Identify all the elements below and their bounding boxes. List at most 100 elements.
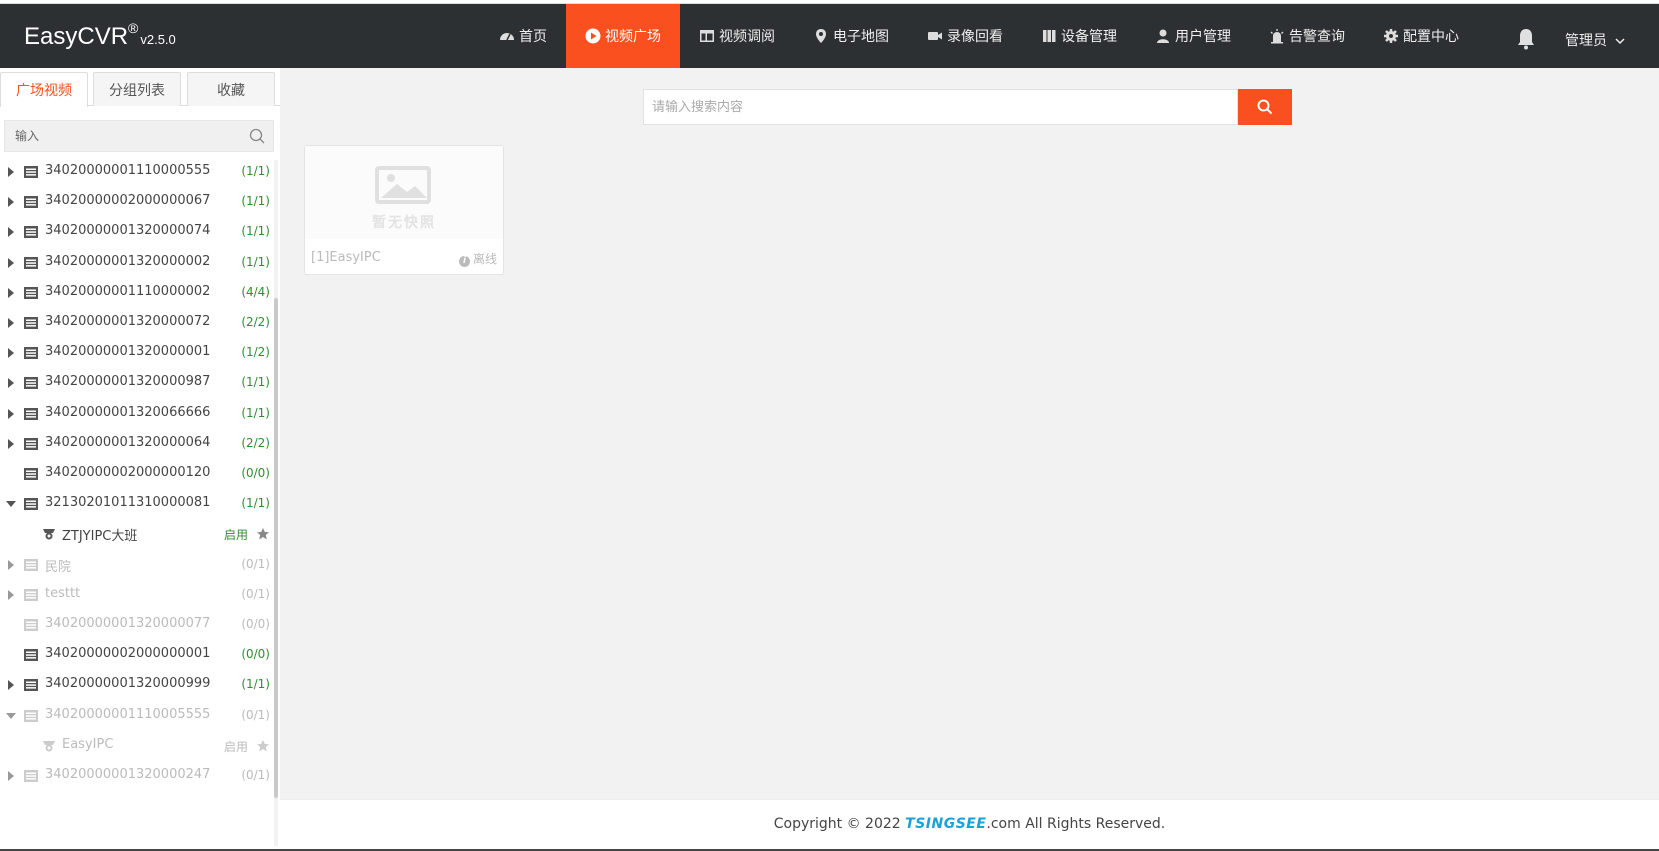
tree-node-count: (0/0) [241, 647, 270, 662]
tree-device-row[interactable]: 34020000002000000067 (1/1) [0, 186, 276, 218]
footer-brand[interactable]: TSINGSEE [905, 816, 986, 832]
search-icon [1257, 99, 1273, 115]
tree-device-row[interactable]: 34020000001320000001 (1/2) [0, 337, 276, 369]
caret-right-icon[interactable] [8, 287, 14, 298]
tree-node-label: 34020000001320000074 [45, 223, 211, 239]
nav-item-8[interactable]: 配置中心 [1364, 4, 1478, 68]
caret-right-icon[interactable] [8, 257, 14, 268]
nav-item-0[interactable]: 首页 [480, 4, 566, 68]
tree-device-row[interactable]: 34020000001320000074 (1/1) [0, 216, 276, 248]
tab-plaza-video[interactable]: 广场视频 [0, 72, 88, 107]
play-circle-icon [585, 28, 601, 44]
tree-node-count: (1/1) [241, 194, 270, 209]
tree-device-row[interactable]: 34020000001320066666 (1/1) [0, 398, 276, 430]
caret-right-icon[interactable] [8, 197, 14, 208]
caret-right-icon[interactable] [8, 408, 14, 419]
caret-right-icon[interactable] [8, 167, 14, 177]
caret-right-icon[interactable] [8, 227, 14, 238]
tree-device-row[interactable]: 34020000002000000001 (0/0) [0, 639, 276, 671]
caret-right-icon[interactable] [8, 378, 14, 389]
tree-node-label: 34020000002000000120 [45, 465, 211, 480]
caret-down-icon[interactable] [6, 712, 16, 719]
tree-device-row[interactable]: 34020000001320000247 (0/1) [0, 760, 276, 792]
tree-device-row[interactable]: 34020000001110005555 (0/1) [0, 700, 276, 732]
tree-device-row[interactable]: 32130201011310000081 (1/1) [0, 488, 276, 520]
nav-item-label: 电子地图 [833, 29, 889, 45]
tree-node-count: (1/1) [241, 254, 270, 269]
top-header: EasyCVR®v2.5.0 首页 视频广场 视频调阅 电子地图 录像回看 设备管理 用户管… [0, 4, 1659, 68]
card-status: i 离线 [458, 250, 497, 267]
nav-item-1[interactable]: 视频广场 [566, 4, 680, 68]
tree-node-count: (0/1) [241, 768, 270, 782]
gear-icon [1383, 28, 1399, 44]
tree-device-row[interactable]: 34020000001110000002 (4/4) [0, 277, 276, 309]
nav-item-2[interactable]: 视频调阅 [680, 4, 794, 68]
tree-node-label: 34020000001320000002 [45, 253, 211, 269]
caret-right-icon[interactable] [8, 438, 14, 449]
star-icon[interactable] [256, 527, 270, 541]
tree-node-count: (1/1) [241, 375, 270, 390]
bell-icon[interactable] [1516, 28, 1536, 50]
tree-device-row[interactable]: 34020000001320000077 (0/0) [0, 609, 276, 641]
tree-channel-label: EasyIPC [62, 736, 114, 752]
app-logo[interactable]: EasyCVR®v2.5.0 [24, 20, 176, 51]
snapshot-placeholder: 暂无快照 [305, 146, 503, 239]
tree-node-label: 34020000002000000001 [45, 646, 211, 662]
card-status-text: 离线 [472, 252, 497, 266]
star-icon[interactable] [256, 739, 270, 753]
tab-favorites[interactable]: 收藏 [187, 72, 275, 106]
tree-node-label: 34020000001320000001 [45, 344, 211, 360]
video-card[interactable]: 暂无快照 [1]EasyIPC i 离线 [304, 145, 504, 275]
nav-item-label: 视频广场 [605, 29, 661, 45]
info-icon: i [458, 256, 470, 267]
search-input[interactable] [644, 90, 1237, 124]
nav-item-3[interactable]: 电子地图 [794, 4, 908, 68]
caret-right-icon[interactable] [8, 771, 14, 781]
tree-device-row[interactable]: 34020000001110000555 (1/1) [0, 156, 276, 188]
nav-item-label: 首页 [519, 29, 547, 45]
tree-device-row[interactable]: testtt (0/1) [0, 579, 276, 611]
caret-right-icon[interactable] [8, 680, 14, 691]
map-pin-icon [813, 28, 829, 44]
caret-right-icon[interactable] [8, 589, 14, 600]
tree-device-row[interactable]: 34020000002000000120 (0/0) [0, 458, 276, 490]
tree-filter-input[interactable] [5, 121, 235, 151]
sidebar: 广场视频 分组列表 收藏 34020000001110000555(1/1)34… [0, 68, 280, 848]
sidebar-scrollbar-thumb[interactable] [274, 298, 278, 798]
nav-item-6[interactable]: 用户管理 [1136, 4, 1250, 68]
tree-device-row[interactable]: 34020000001320000072 (2/2) [0, 307, 276, 339]
caret-right-icon[interactable] [8, 348, 14, 359]
nav-item-7[interactable]: 告警查询 [1250, 4, 1364, 68]
tree-device-row[interactable]: 34020000001320000999 (1/1) [0, 669, 276, 701]
tree-device-row[interactable]: 34020000001320000064 (2/2) [0, 428, 276, 460]
tree-device-row[interactable]: 民院 (0/1) [0, 549, 276, 581]
caret-right-icon[interactable] [8, 318, 14, 328]
footer: Copyright © 2022 TSINGSEE.com All Rights… [280, 799, 1659, 849]
nav-item-4[interactable]: 录像回看 [908, 4, 1022, 68]
tab-group-list[interactable]: 分组列表 [93, 72, 181, 106]
search-icon[interactable] [249, 128, 265, 144]
nav-item-5[interactable]: 设备管理 [1022, 4, 1136, 68]
nav-item-label: 告警查询 [1289, 29, 1345, 45]
server-icon [24, 196, 38, 209]
user-menu[interactable]: 管理员 [1565, 30, 1625, 50]
tree-channel-row[interactable]: EasyIPC 启用 [0, 730, 276, 762]
image-placeholder-icon [375, 166, 431, 204]
tree-node-count: (2/2) [241, 435, 270, 450]
server-icon [24, 407, 38, 420]
search-button[interactable] [1238, 89, 1292, 125]
caret-down-icon[interactable] [6, 501, 16, 508]
server-icon [24, 377, 38, 390]
tree-node-count: (0/1) [241, 707, 270, 722]
tree-channel-row[interactable]: ZTJYIPC大班 启用 [0, 518, 276, 550]
tree-node-label: 34020000001110000555 [45, 163, 211, 178]
chevron-down-icon [1615, 38, 1625, 45]
caret-right-icon[interactable] [8, 559, 14, 570]
tree-device-row[interactable]: 34020000001320000987 (1/1) [0, 367, 276, 399]
tree-node-label: 34020000001320000247 [45, 767, 211, 782]
tree-node-count: (1/1) [241, 164, 270, 178]
device-icon [1041, 28, 1057, 44]
tree-device-row[interactable]: 34020000001320000002 (1/1) [0, 247, 276, 279]
main-content: 暂无快照 [1]EasyIPC i离线 [280, 68, 1659, 799]
nav-item-label: 设备管理 [1061, 29, 1117, 45]
